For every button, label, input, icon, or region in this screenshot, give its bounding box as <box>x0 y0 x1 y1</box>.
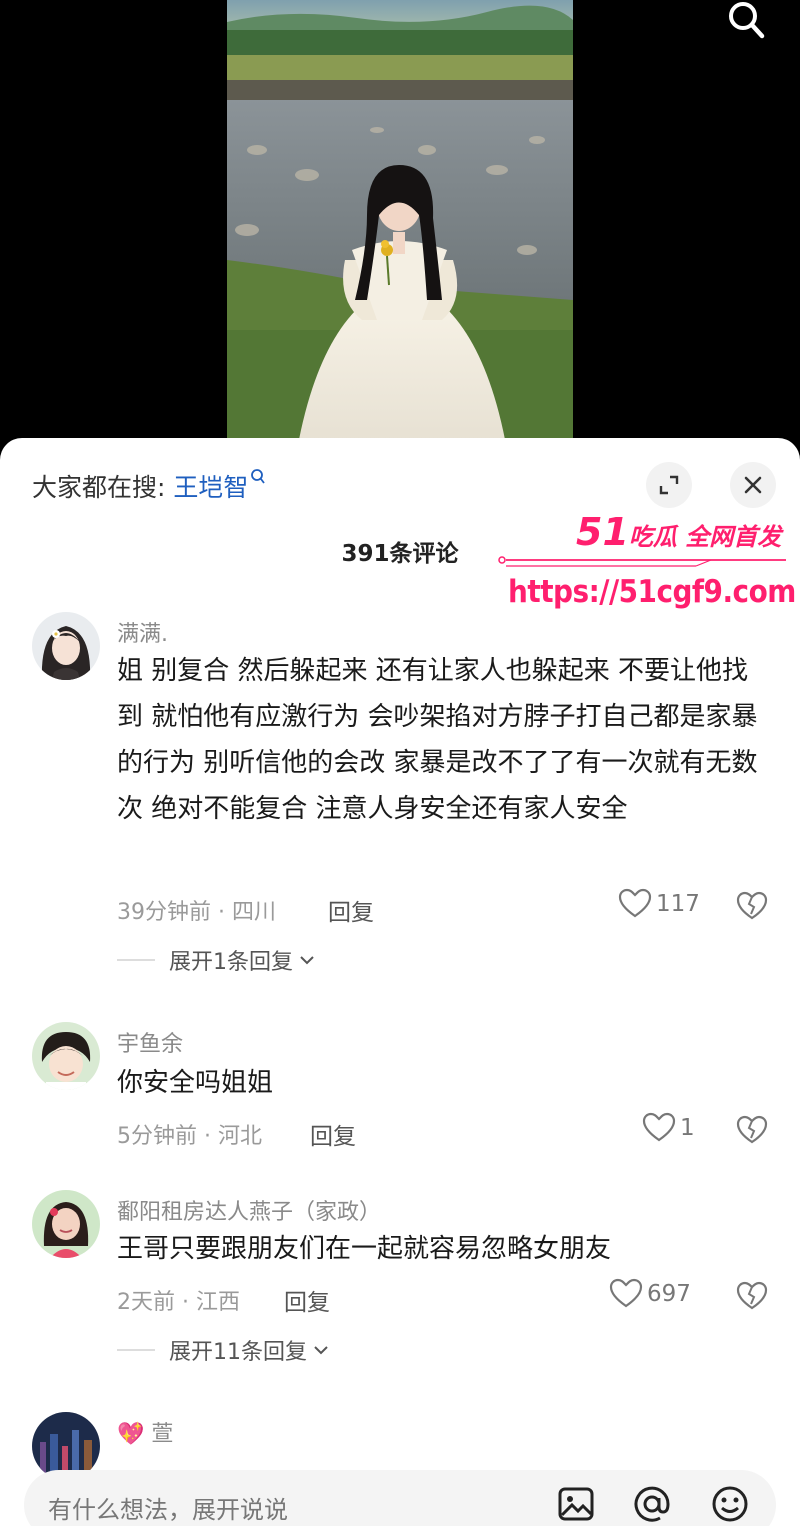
avatar[interactable] <box>32 1022 100 1090</box>
comment-username[interactable]: 💖 萱 <box>117 1416 173 1448</box>
divider <box>117 1349 155 1351</box>
watermark-brand-text: 吃瓜 全网首发 <box>628 523 782 551</box>
like-count: 1 <box>680 1115 695 1141</box>
chevron-down-icon <box>314 1346 328 1355</box>
expand-replies-label: 展开1条回复 <box>169 950 293 975</box>
comment-text: 你安全吗姐姐 <box>117 1068 274 1098</box>
comment-text: 王哥只要跟朋友们在一起就容易忽略女朋友 <box>117 1234 612 1264</box>
reply-button[interactable]: 回复 <box>328 893 374 927</box>
smile-icon <box>712 1486 748 1522</box>
dislike-button[interactable] <box>736 1281 768 1315</box>
expand-replies-label: 展开11条回复 <box>169 1340 307 1365</box>
comment-meta: 2天前 · 江西 <box>117 1290 240 1315</box>
comment-username[interactable]: 满满. <box>117 616 168 648</box>
mini-search-icon <box>251 469 266 484</box>
video-frame-image <box>227 0 573 450</box>
comment-input-bar[interactable]: 有什么想法，展开说说 <box>24 1470 776 1526</box>
chevron-down-icon <box>300 956 314 965</box>
like-button[interactable]: 697 <box>609 1278 691 1310</box>
broken-heart-icon <box>736 1281 768 1310</box>
like-count: 117 <box>656 891 700 917</box>
comment-meta: 5分钟前 · 河北 <box>117 1124 262 1149</box>
expand-replies-button[interactable]: 展开11条回复 <box>117 1334 329 1366</box>
dislike-button[interactable] <box>736 1115 768 1149</box>
expand-replies-button[interactable]: 展开1条回复 <box>117 944 315 976</box>
avatar[interactable] <box>32 1190 100 1258</box>
comment-username[interactable]: 鄱阳租房达人燕子（家政） <box>117 1194 381 1226</box>
emoji-button[interactable] <box>710 1484 750 1526</box>
expand-icon <box>659 475 679 495</box>
heart-icon <box>609 1278 643 1308</box>
comment-input[interactable]: 有什么想法，展开说说 <box>48 1490 288 1525</box>
at-icon <box>634 1486 670 1522</box>
heart-icon <box>618 888 652 918</box>
heart-icon <box>642 1112 676 1142</box>
watermark-brand: 51吃瓜 全网首发 <box>576 510 781 554</box>
comment-sheet: 大家都在搜: 王垲智 391条评论 51吃瓜 全网首发 https://51cg… <box>0 438 800 1526</box>
watermark-brand-number: 51 <box>576 510 629 554</box>
dislike-button[interactable] <box>736 891 768 925</box>
avatar[interactable] <box>32 612 100 680</box>
hot-search-bar: 大家都在搜: 王垲智 <box>32 468 266 504</box>
image-icon <box>558 1487 594 1521</box>
search-icon <box>729 2 765 39</box>
expand-sheet-button[interactable] <box>646 462 692 508</box>
comment-username-text: 萱 <box>151 1422 174 1447</box>
close-sheet-button[interactable] <box>730 462 776 508</box>
reply-button[interactable]: 回复 <box>284 1283 330 1317</box>
watermark-decor-lines <box>498 556 786 567</box>
divider <box>117 959 155 961</box>
hot-search-keyword-link[interactable]: 王垲智 <box>173 473 248 502</box>
watermark: 51吃瓜 全网首发 https://51cgf9.com <box>496 508 796 618</box>
search-button[interactable] <box>718 0 774 44</box>
like-button[interactable]: 1 <box>642 1112 695 1144</box>
close-icon <box>744 476 762 494</box>
broken-heart-icon <box>736 1115 768 1144</box>
video-player[interactable] <box>0 0 800 450</box>
like-button[interactable]: 117 <box>618 888 700 920</box>
image-button[interactable] <box>556 1484 596 1526</box>
comment-meta: 39分钟前 · 四川 <box>117 900 276 925</box>
watermark-url: https://51cgf9.com <box>508 574 796 610</box>
heart-emoji-icon: 💖 <box>117 1422 145 1447</box>
like-count: 697 <box>647 1281 691 1307</box>
mention-button[interactable] <box>632 1484 672 1526</box>
broken-heart-icon <box>736 891 768 920</box>
hot-search-prefix: 大家都在搜: <box>32 473 166 502</box>
comment-text: 姐 别复合 然后躲起来 还有让家人也躲起来 不要让他找到 就怕他有应激行为 会吵… <box>117 656 758 824</box>
reply-button[interactable]: 回复 <box>310 1117 356 1151</box>
comment-username[interactable]: 宇鱼余 <box>117 1026 183 1058</box>
